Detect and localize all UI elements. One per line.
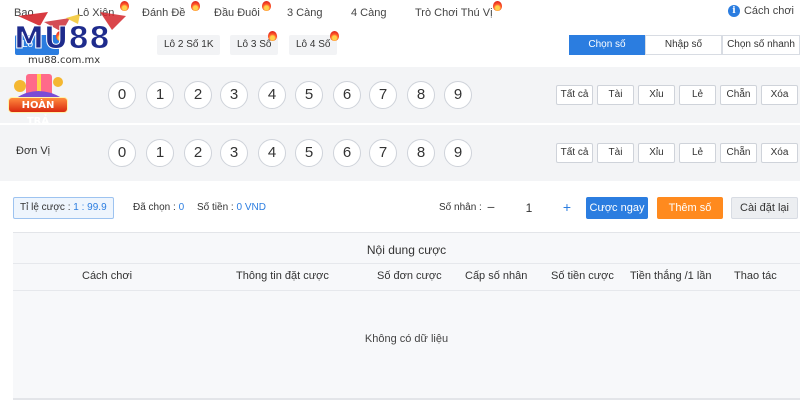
quick-clear-button[interactable]: Xóa [761,143,798,163]
nav-item-3-cang[interactable]: 3 Càng [287,7,322,19]
odds-ratio-box: Tỉ lệ cược : 1 : 99.9 [13,197,114,219]
how-to-play-link[interactable]: i Cách chơi [727,5,794,17]
number-row-don-vi: Đơn Vị 0 1 2 3 4 5 6 7 8 9 Tất cả Tài Xỉ… [0,125,800,181]
number-ball-1[interactable]: 1 [146,81,174,109]
quick-small-button[interactable]: Xỉu [638,85,675,105]
quick-all-button[interactable]: Tất cả [556,143,593,163]
chosen-label: Đã chọn : [133,202,176,213]
hot-icon [262,1,271,11]
number-ball-0[interactable]: 0 [108,81,136,109]
number-ball-8[interactable]: 8 [407,139,435,167]
hot-icon [268,31,277,41]
number-ball-3[interactable]: 3 [220,81,248,109]
chosen-value: 0 [178,202,185,213]
amount-label: Số tiền : [197,202,234,213]
quick-odd-button[interactable]: Lẻ [679,143,716,163]
hot-icon [330,31,339,41]
amount-value: 0 VND [236,202,266,213]
column-header: Tiền thắng /1 lần [630,270,712,282]
odds-ratio-label: Tỉ lệ cược : [20,202,71,213]
number-ball-4[interactable]: 4 [258,81,286,109]
column-header: Cấp số nhân [465,270,528,282]
mode-nhap-so[interactable]: Nhập số [645,35,722,55]
table-title: Nội dung cược [366,243,447,257]
row-label-don-vi: Đơn Vị [16,145,51,157]
number-row-1: 0 1 2 3 4 5 6 7 8 9 Tất cả Tài Xỉu Lẻ Ch… [0,67,800,123]
number-ball-2[interactable]: 2 [184,81,212,109]
number-ball-7[interactable]: 7 [369,139,397,167]
column-header: Số tiền cược [551,270,614,282]
quick-odd-button[interactable]: Lẻ [679,85,716,105]
quick-small-button[interactable]: Xỉu [638,143,675,163]
multiplier-label: Số nhân : [439,202,482,213]
number-ball-5[interactable]: 5 [295,139,323,167]
odds-ratio-value: 1 : 99.9 [73,202,107,213]
mode-chon-so[interactable]: Chọn số [569,35,645,55]
number-ball-6[interactable]: 6 [333,81,361,109]
nav-item-danh-de[interactable]: Đánh Đề [142,7,185,19]
hot-icon [191,1,200,11]
number-ball-9[interactable]: 9 [444,139,472,167]
number-ball-3[interactable]: 3 [220,139,248,167]
nav-item-dau-duoi[interactable]: Đầu Đuôi [214,7,260,19]
quick-big-button[interactable]: Tài [597,85,634,105]
bet-content-table: Nội dung cược Cách chơi Thông tin đặt cư… [13,232,800,400]
number-ball-2[interactable]: 2 [184,139,212,167]
hot-icon [493,1,502,11]
add-number-button[interactable]: Thêm số [657,197,723,219]
quick-big-button[interactable]: Tài [597,143,634,163]
column-header: Số đơn cược [377,270,442,282]
bet-now-button[interactable]: Cược ngay [586,197,648,219]
multiplier-input[interactable] [503,197,555,219]
info-icon: i [727,5,740,17]
number-ball-0[interactable]: 0 [108,139,136,167]
reset-button[interactable]: Cài đặt lại [731,197,798,219]
number-ball-7[interactable]: 7 [369,81,397,109]
quick-even-button[interactable]: Chẵn [720,143,757,163]
quick-even-button[interactable]: Chẵn [720,85,757,105]
site-url: mu88.com.mx [28,55,101,66]
number-ball-1[interactable]: 1 [146,139,174,167]
column-header: Thao tác [734,270,777,282]
number-ball-4[interactable]: 4 [258,139,286,167]
empty-state: Không có dữ liệu [364,333,449,345]
column-header: Thông tin đặt cược [236,270,329,282]
mode-chon-so-nhanh[interactable]: Chọn số nhanh [722,35,800,55]
bet-amount: Số tiền : 0 VND [197,202,266,213]
chosen-count: Đã chọn : 0 [133,202,184,213]
quick-clear-button[interactable]: Xóa [761,85,798,105]
nav-item-tro-choi-thu-vi[interactable]: Trò Chơi Thú Vị [415,7,493,19]
how-to-play-label: Cách chơi [743,5,794,17]
cashback-badge[interactable]: HOÀN TRẢ [8,97,68,127]
subtab-lo-2-so-1k[interactable]: Lô 2 Số 1K [157,35,221,55]
lottery-page: Bao Lô Xiên Đánh Đề Đầu Đuôi 3 Càng 4 Cà… [0,0,800,400]
number-ball-9[interactable]: 9 [444,81,472,109]
nav-item-4-cang[interactable]: 4 Càng [351,7,386,19]
quick-all-button[interactable]: Tất cả [556,85,593,105]
number-ball-6[interactable]: 6 [333,139,361,167]
brand-logo: MU88 [14,12,126,57]
number-ball-8[interactable]: 8 [407,81,435,109]
plus-button[interactable]: + [557,197,577,219]
minus-button[interactable]: − [481,197,501,219]
column-header: Cách chơi [82,270,133,282]
number-ball-5[interactable]: 5 [295,81,323,109]
multiplier-stepper: − + [481,197,577,219]
logo-wordmark: MU88 [14,21,110,56]
